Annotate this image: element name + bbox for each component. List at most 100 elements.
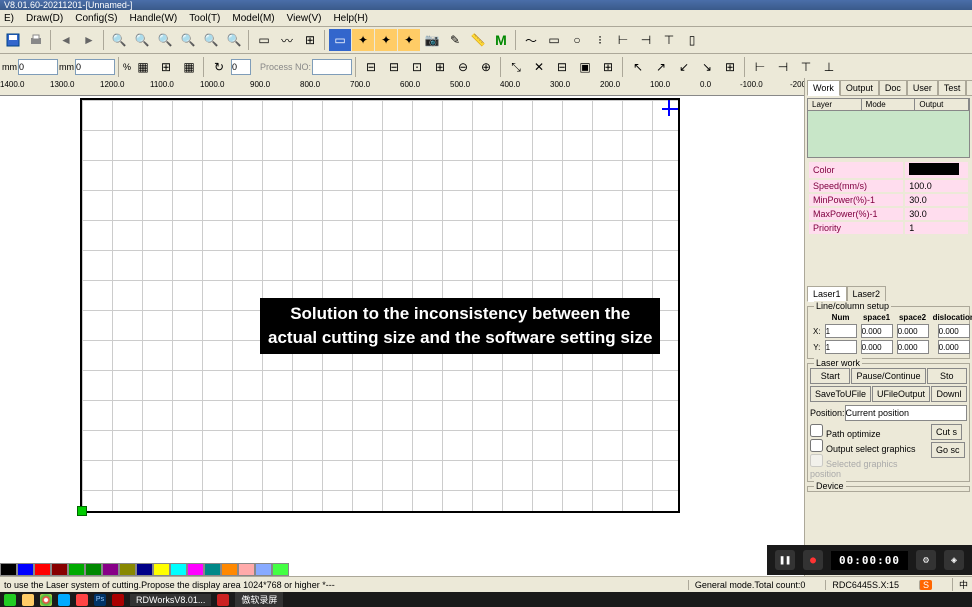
ar2-icon[interactable]: ✕ <box>528 56 550 78</box>
y-num-input[interactable] <box>825 340 857 354</box>
alignh-icon[interactable]: ⊢ <box>612 29 634 51</box>
al6-icon[interactable]: ⊕ <box>475 56 497 78</box>
c4-icon[interactable]: ↘ <box>696 56 718 78</box>
start-button[interactable]: Start <box>810 368 850 384</box>
menu-tool[interactable]: Tool(T) <box>189 13 220 24</box>
tab-test[interactable]: Test <box>938 80 967 96</box>
priority-value[interactable]: 1 <box>905 222 968 234</box>
download-button[interactable]: Downl <box>931 386 967 402</box>
taskbar-rec-label[interactable]: 傲软录屏 <box>235 592 283 607</box>
taskbar-rec-icon[interactable] <box>217 594 229 606</box>
zoom-out-icon[interactable]: 🔍 <box>154 29 176 51</box>
zoom-all-icon[interactable]: 🔍 <box>200 29 222 51</box>
taskbar-app-label[interactable]: RDWorksV8.01... <box>130 594 211 606</box>
anchor-icon[interactable]: ▦ <box>132 56 154 78</box>
line1-icon[interactable]: 〜 <box>520 29 542 51</box>
palette-color[interactable] <box>255 563 272 576</box>
curve-icon[interactable]: 〰 <box>276 29 298 51</box>
process-input[interactable] <box>312 59 352 75</box>
palette-color[interactable] <box>170 563 187 576</box>
ar5-icon[interactable]: ⊞ <box>597 56 619 78</box>
palette-color[interactable] <box>102 563 119 576</box>
palette-color[interactable] <box>221 563 238 576</box>
edit-icon[interactable]: ✎ <box>444 29 466 51</box>
pan-icon[interactable]: 🔍 <box>223 29 245 51</box>
x-s2-input[interactable] <box>897 324 929 338</box>
tab-laser2[interactable]: Laser2 <box>847 286 887 302</box>
x-input[interactable] <box>18 59 58 75</box>
d3-icon[interactable]: ⊤ <box>795 56 817 78</box>
output-select-check[interactable] <box>810 439 823 452</box>
save-ufile-button[interactable]: SaveToUFile <box>810 386 871 402</box>
ar4-icon[interactable]: ▣ <box>574 56 596 78</box>
taskbar-ps-icon[interactable]: Ps <box>94 594 106 606</box>
alignt-icon[interactable]: ⊤ <box>658 29 680 51</box>
rotate-input[interactable] <box>231 59 251 75</box>
page-icon[interactable]: ▯ <box>681 29 703 51</box>
taskbar-wps-icon[interactable] <box>76 594 88 606</box>
color-swatch[interactable] <box>909 163 959 175</box>
alignr-icon[interactable]: ⊣ <box>635 29 657 51</box>
x-num-input[interactable] <box>825 324 857 338</box>
text-m-icon[interactable]: M <box>490 29 512 51</box>
position-select[interactable] <box>845 405 967 421</box>
undo-icon[interactable]: ◄ <box>55 29 77 51</box>
menu-draw[interactable]: Draw(D) <box>26 13 63 24</box>
canvas[interactable]: 1400.0 1300.0 1200.0 1100.0 1000.0 900.0… <box>0 78 804 577</box>
grid2-icon[interactable]: ▦ <box>178 56 200 78</box>
y-s2-input[interactable] <box>897 340 929 354</box>
y-s1-input[interactable] <box>861 340 893 354</box>
rect-icon[interactable]: ▭ <box>253 29 275 51</box>
palette-color[interactable] <box>153 563 170 576</box>
menu-model[interactable]: Model(M) <box>232 13 274 24</box>
x-s1-input[interactable] <box>861 324 893 338</box>
tab-output[interactable]: Output <box>840 80 879 96</box>
tab-laser1[interactable]: Laser1 <box>807 286 847 302</box>
ime-badge[interactable]: S <box>919 580 932 590</box>
al1-icon[interactable]: ⊟ <box>360 56 382 78</box>
c5-icon[interactable]: ⊞ <box>719 56 741 78</box>
zoom-sel-icon[interactable]: 🔍 <box>177 29 199 51</box>
palette-color[interactable] <box>272 563 289 576</box>
palette-color[interactable] <box>51 563 68 576</box>
layer-list[interactable]: Layer Mode Output <box>807 98 970 158</box>
menu-file[interactable]: E) <box>4 13 14 24</box>
monitor-icon[interactable]: ▭ <box>329 29 351 51</box>
box1-icon[interactable]: ▭ <box>543 29 565 51</box>
c3-icon[interactable]: ↙ <box>673 56 695 78</box>
taskbar-file-icon[interactable] <box>22 594 34 606</box>
tab-trans[interactable]: Trans <box>966 80 972 96</box>
taskbar-rdworks-icon[interactable] <box>112 594 124 606</box>
y-input[interactable] <box>75 59 115 75</box>
circ-icon[interactable]: ○ <box>566 29 588 51</box>
dots-icon[interactable]: ⁝ <box>589 29 611 51</box>
menu-view[interactable]: View(V) <box>287 13 322 24</box>
video-layers-button[interactable]: ◈ <box>944 550 964 570</box>
go-scale-button[interactable]: Go sc <box>931 442 965 458</box>
grid3-icon[interactable]: ⊞ <box>155 56 177 78</box>
palette-color[interactable] <box>34 563 51 576</box>
palette-color[interactable] <box>204 563 221 576</box>
ar3-icon[interactable]: ⊟ <box>551 56 573 78</box>
d4-icon[interactable]: ⊥ <box>818 56 840 78</box>
y-dis-input[interactable] <box>938 340 970 354</box>
c1-icon[interactable]: ↖ <box>627 56 649 78</box>
x-dis-input[interactable] <box>938 324 970 338</box>
effect1-icon[interactable]: ✦ <box>352 29 374 51</box>
save-icon[interactable] <box>2 29 24 51</box>
path-optimize-check[interactable] <box>810 424 823 437</box>
zoom-in-icon[interactable]: 🔍 <box>131 29 153 51</box>
group-icon[interactable]: ⊞ <box>299 29 321 51</box>
video-settings-button[interactable]: ⚙ <box>916 550 936 570</box>
effect2-icon[interactable]: ✦ <box>375 29 397 51</box>
palette-color[interactable] <box>238 563 255 576</box>
print-icon[interactable] <box>25 29 47 51</box>
taskbar-edge-icon[interactable] <box>58 594 70 606</box>
tab-doc[interactable]: Doc <box>879 80 907 96</box>
d1-icon[interactable]: ⊢ <box>749 56 771 78</box>
origin-handle[interactable] <box>77 506 87 516</box>
video-pause-button[interactable]: ❚❚ <box>775 550 795 570</box>
menu-help[interactable]: Help(H) <box>333 13 367 24</box>
tab-work[interactable]: Work <box>807 80 840 96</box>
effect3-icon[interactable]: ✦ <box>398 29 420 51</box>
